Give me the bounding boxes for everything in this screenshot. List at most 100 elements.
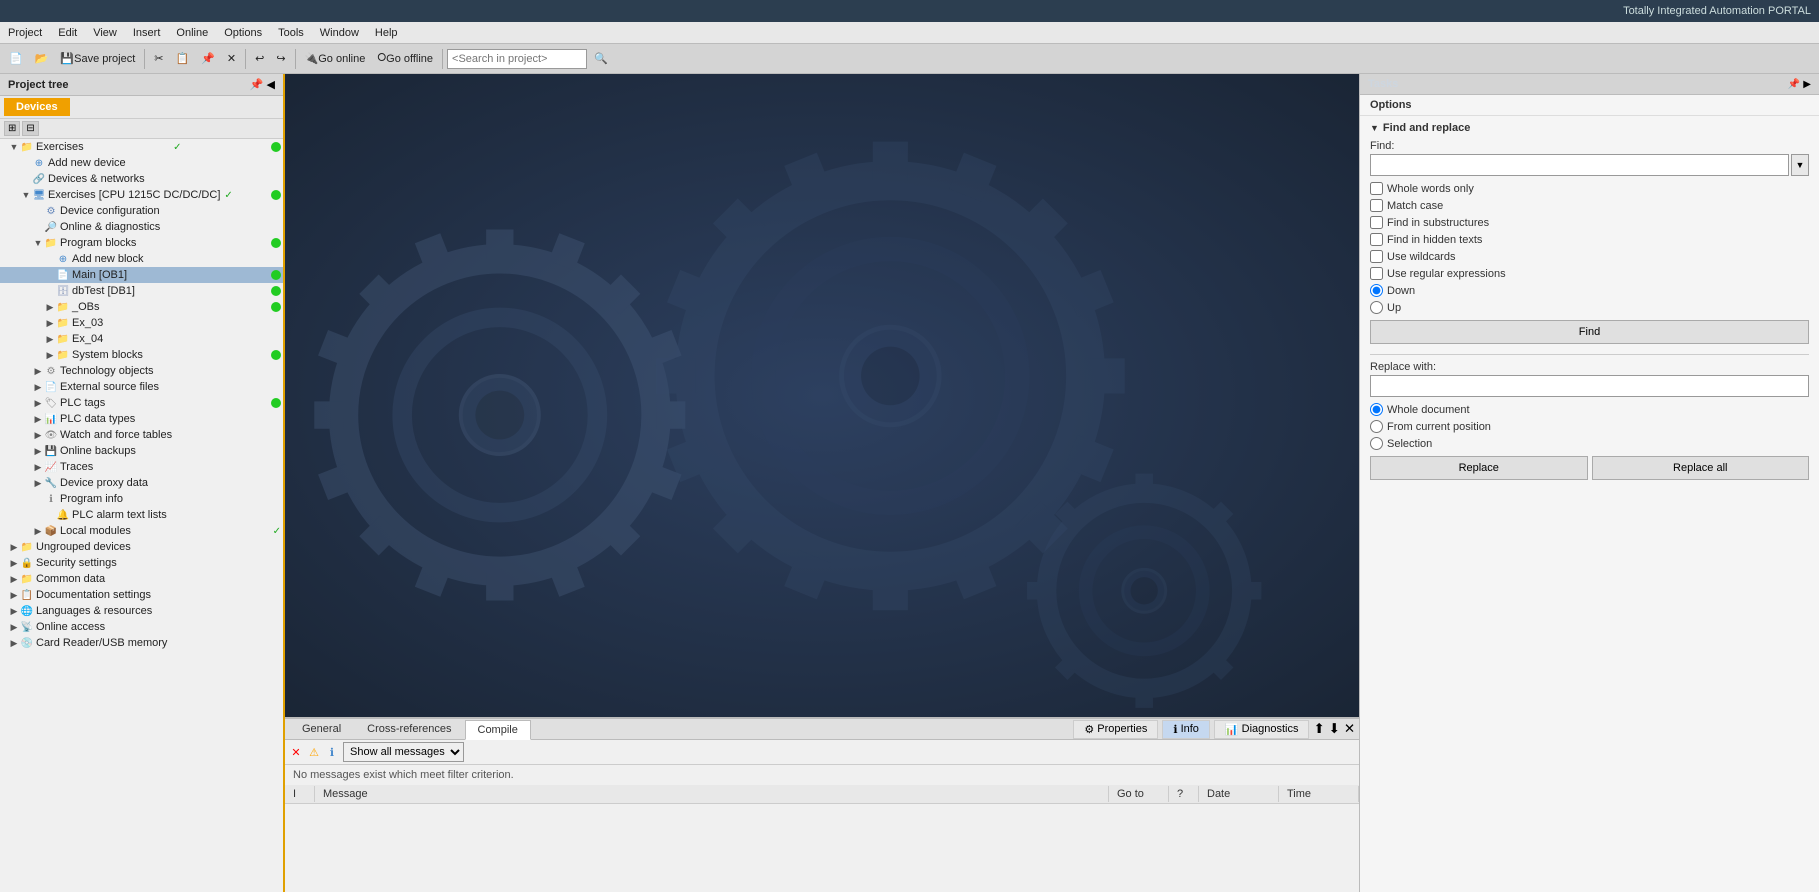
tree-item-ext-source[interactable]: ▶ 📄 External source files — [0, 379, 283, 395]
tree-item-ex04[interactable]: ▶ 📁 Ex_04 — [0, 331, 283, 347]
tree-item-watch[interactable]: ▶ 👁 Watch and force tables — [0, 427, 283, 443]
tree-item-documentation[interactable]: ▶ 📋 Documentation settings — [0, 587, 283, 603]
right-close-btn[interactable]: ▶ — [1803, 79, 1811, 90]
tree-item-add-device[interactable]: ⊕ Add new device — [0, 155, 283, 171]
whole-doc-radio[interactable] — [1370, 403, 1383, 416]
selection-radio[interactable] — [1370, 437, 1383, 450]
main-layout: Project tree 📌 ◀ Devices ⊞ ⊟ ▼ 📁 Exercis… — [0, 74, 1819, 892]
tree-item-ex03[interactable]: ▶ 📁 Ex_03 — [0, 315, 283, 331]
diagnostics-btn[interactable]: 📊 Diagnostics — [1214, 720, 1310, 739]
tree-item-backups[interactable]: ▶ 💾 Online backups — [0, 443, 283, 459]
menu-tools[interactable]: Tools — [270, 25, 312, 41]
find-input[interactable] — [1370, 154, 1789, 176]
regex-checkbox[interactable] — [1370, 267, 1383, 280]
sep1 — [144, 49, 145, 69]
search-input[interactable] — [447, 49, 587, 69]
tree-item-main[interactable]: 📄 Main [OB1] — [0, 267, 283, 283]
tree-item-plc-tags[interactable]: ▶ 🏷 PLC tags — [0, 395, 283, 411]
tree-item-ungrouped[interactable]: ▶ 📁 Ungrouped devices — [0, 539, 283, 555]
tree-item-online-diag[interactable]: 🔎 Online & diagnostics — [0, 219, 283, 235]
tab-compile[interactable]: Compile — [465, 720, 531, 740]
expand-btn[interactable]: ⬆ — [1313, 721, 1324, 737]
info-btn[interactable]: ℹ Info — [1162, 720, 1210, 739]
tree-item-languages[interactable]: ▶ 🌐 Languages & resources — [0, 603, 283, 619]
tree-item-exercises[interactable]: ▼ 📁 Exercises ✓ — [0, 139, 283, 155]
match-case-checkbox[interactable] — [1370, 199, 1383, 212]
direction-down-radio[interactable] — [1370, 284, 1383, 297]
save-btn[interactable]: 💾 Save project — [55, 48, 140, 70]
obs-icon: 📁 — [56, 300, 70, 314]
tree-item-alarm[interactable]: 🔔 PLC alarm text lists — [0, 507, 283, 523]
whole-words-checkbox[interactable] — [1370, 182, 1383, 195]
tree-item-add-block[interactable]: ⊕ Add new block — [0, 251, 283, 267]
tree-scroll[interactable]: ▼ 📁 Exercises ✓ ⊕ Add new device 🔗 Devic… — [0, 139, 283, 892]
tree-item-online-access[interactable]: ▶ 📡 Online access — [0, 619, 283, 635]
right-scroll[interactable]: ▼ Find and replace Find: ▼ W — [1360, 116, 1819, 892]
tree-item-program-blocks[interactable]: ▼ 📁 Program blocks — [0, 235, 283, 251]
tree-item-obs[interactable]: ▶ 📁 _OBs — [0, 299, 283, 315]
tree-item-pginfo[interactable]: ℹ Program info — [0, 491, 283, 507]
copy-btn[interactable]: 📋 — [170, 48, 194, 70]
menu-project[interactable]: Project — [0, 25, 50, 41]
tree-close-btn[interactable]: ◀ — [267, 78, 275, 91]
new-btn[interactable]: 📄 — [4, 48, 28, 70]
find-btn[interactable]: Find — [1370, 320, 1809, 344]
tree-item-datatypes[interactable]: ▶ 📊 PLC data types — [0, 411, 283, 427]
replace-all-btn[interactable]: Replace all — [1592, 456, 1810, 480]
devices-tab[interactable]: Devices — [4, 98, 70, 116]
search-btn[interactable]: 🔍 — [589, 48, 613, 70]
tree-item-proxy[interactable]: ▶ 🔧 Device proxy data — [0, 475, 283, 491]
delete-btn[interactable]: ✕ — [222, 48, 241, 70]
properties-btn[interactable]: ⚙ Properties — [1073, 720, 1158, 739]
replace-btn[interactable]: Replace — [1370, 456, 1588, 480]
paste-btn[interactable]: 📌 — [196, 48, 220, 70]
from-position-radio[interactable] — [1370, 420, 1383, 433]
match-case-label: Match case — [1387, 200, 1443, 212]
find-replace-title[interactable]: ▼ Find and replace — [1370, 122, 1809, 134]
tree-grid-btn[interactable]: ⊟ — [22, 121, 38, 136]
right-pin-btn[interactable]: 📌 — [1788, 79, 1800, 90]
whole-words-row: Whole words only — [1370, 180, 1809, 197]
tab-cross-ref[interactable]: Cross-references — [354, 719, 464, 739]
open-btn[interactable]: 📂 — [30, 48, 54, 70]
find-dropdown-btn[interactable]: ▼ — [1791, 154, 1809, 176]
undo-btn[interactable]: ↩ — [250, 48, 269, 70]
tab-general[interactable]: General — [289, 719, 354, 739]
find-hidden-checkbox[interactable] — [1370, 233, 1383, 246]
tree-pin-btn[interactable]: 📌 — [250, 78, 264, 91]
tree-item-dbtest[interactable]: 🗄 dbTest [DB1] — [0, 283, 283, 299]
tree-item-card-reader[interactable]: ▶ 💿 Card Reader/USB memory — [0, 635, 283, 651]
tree-item-common-data[interactable]: ▶ 📁 Common data — [0, 571, 283, 587]
ext-icon: 📄 — [44, 380, 58, 394]
replace-input[interactable] — [1370, 375, 1809, 397]
menu-edit[interactable]: Edit — [50, 25, 85, 41]
close-bottom-btn[interactable]: ✕ — [1344, 721, 1355, 737]
tree-item-devices-networks[interactable]: 🔗 Devices & networks — [0, 171, 283, 187]
menu-help[interactable]: Help — [367, 25, 406, 41]
wildcards-checkbox[interactable] — [1370, 250, 1383, 263]
tree-view-btn[interactable]: ⊞ — [4, 121, 20, 136]
menu-view[interactable]: View — [85, 25, 125, 41]
go-offline-btn[interactable]: ⭘ Go offline — [372, 48, 438, 70]
tree-item-sysblocks[interactable]: ▶ 📁 System blocks — [0, 347, 283, 363]
filter-select[interactable]: Show all messages — [343, 742, 464, 762]
redo-btn[interactable]: ↪ — [271, 48, 290, 70]
tree-item-security[interactable]: ▶ 🔒 Security settings — [0, 555, 283, 571]
menu-window[interactable]: Window — [312, 25, 367, 41]
tree-item-cpu[interactable]: ▼ 🖥 Exercises [CPU 1215C DC/DC/DC] ✓ — [0, 187, 283, 203]
pginfo-icon: ℹ — [44, 492, 58, 506]
fr-divider — [1370, 354, 1809, 355]
minimize-btn[interactable]: ⬇ — [1329, 721, 1340, 737]
menu-options[interactable]: Options — [216, 25, 270, 41]
find-substructures-checkbox[interactable] — [1370, 216, 1383, 229]
tree-item-traces[interactable]: ▶ 📈 Traces — [0, 459, 283, 475]
tree-item-devconfig[interactable]: ⚙ Device configuration — [0, 203, 283, 219]
menu-insert[interactable]: Insert — [125, 25, 169, 41]
tree-item-local-mod[interactable]: ▶ 📦 Local modules ✓ — [0, 523, 283, 539]
go-online-btn[interactable]: 🔌 Go online — [300, 48, 371, 70]
cut-btn[interactable]: ✂ — [149, 48, 168, 70]
tree-label-pb: Program blocks — [60, 237, 136, 249]
direction-up-radio[interactable] — [1370, 301, 1383, 314]
tree-item-tech[interactable]: ▶ ⚙ Technology objects — [0, 363, 283, 379]
menu-online[interactable]: Online — [168, 25, 216, 41]
